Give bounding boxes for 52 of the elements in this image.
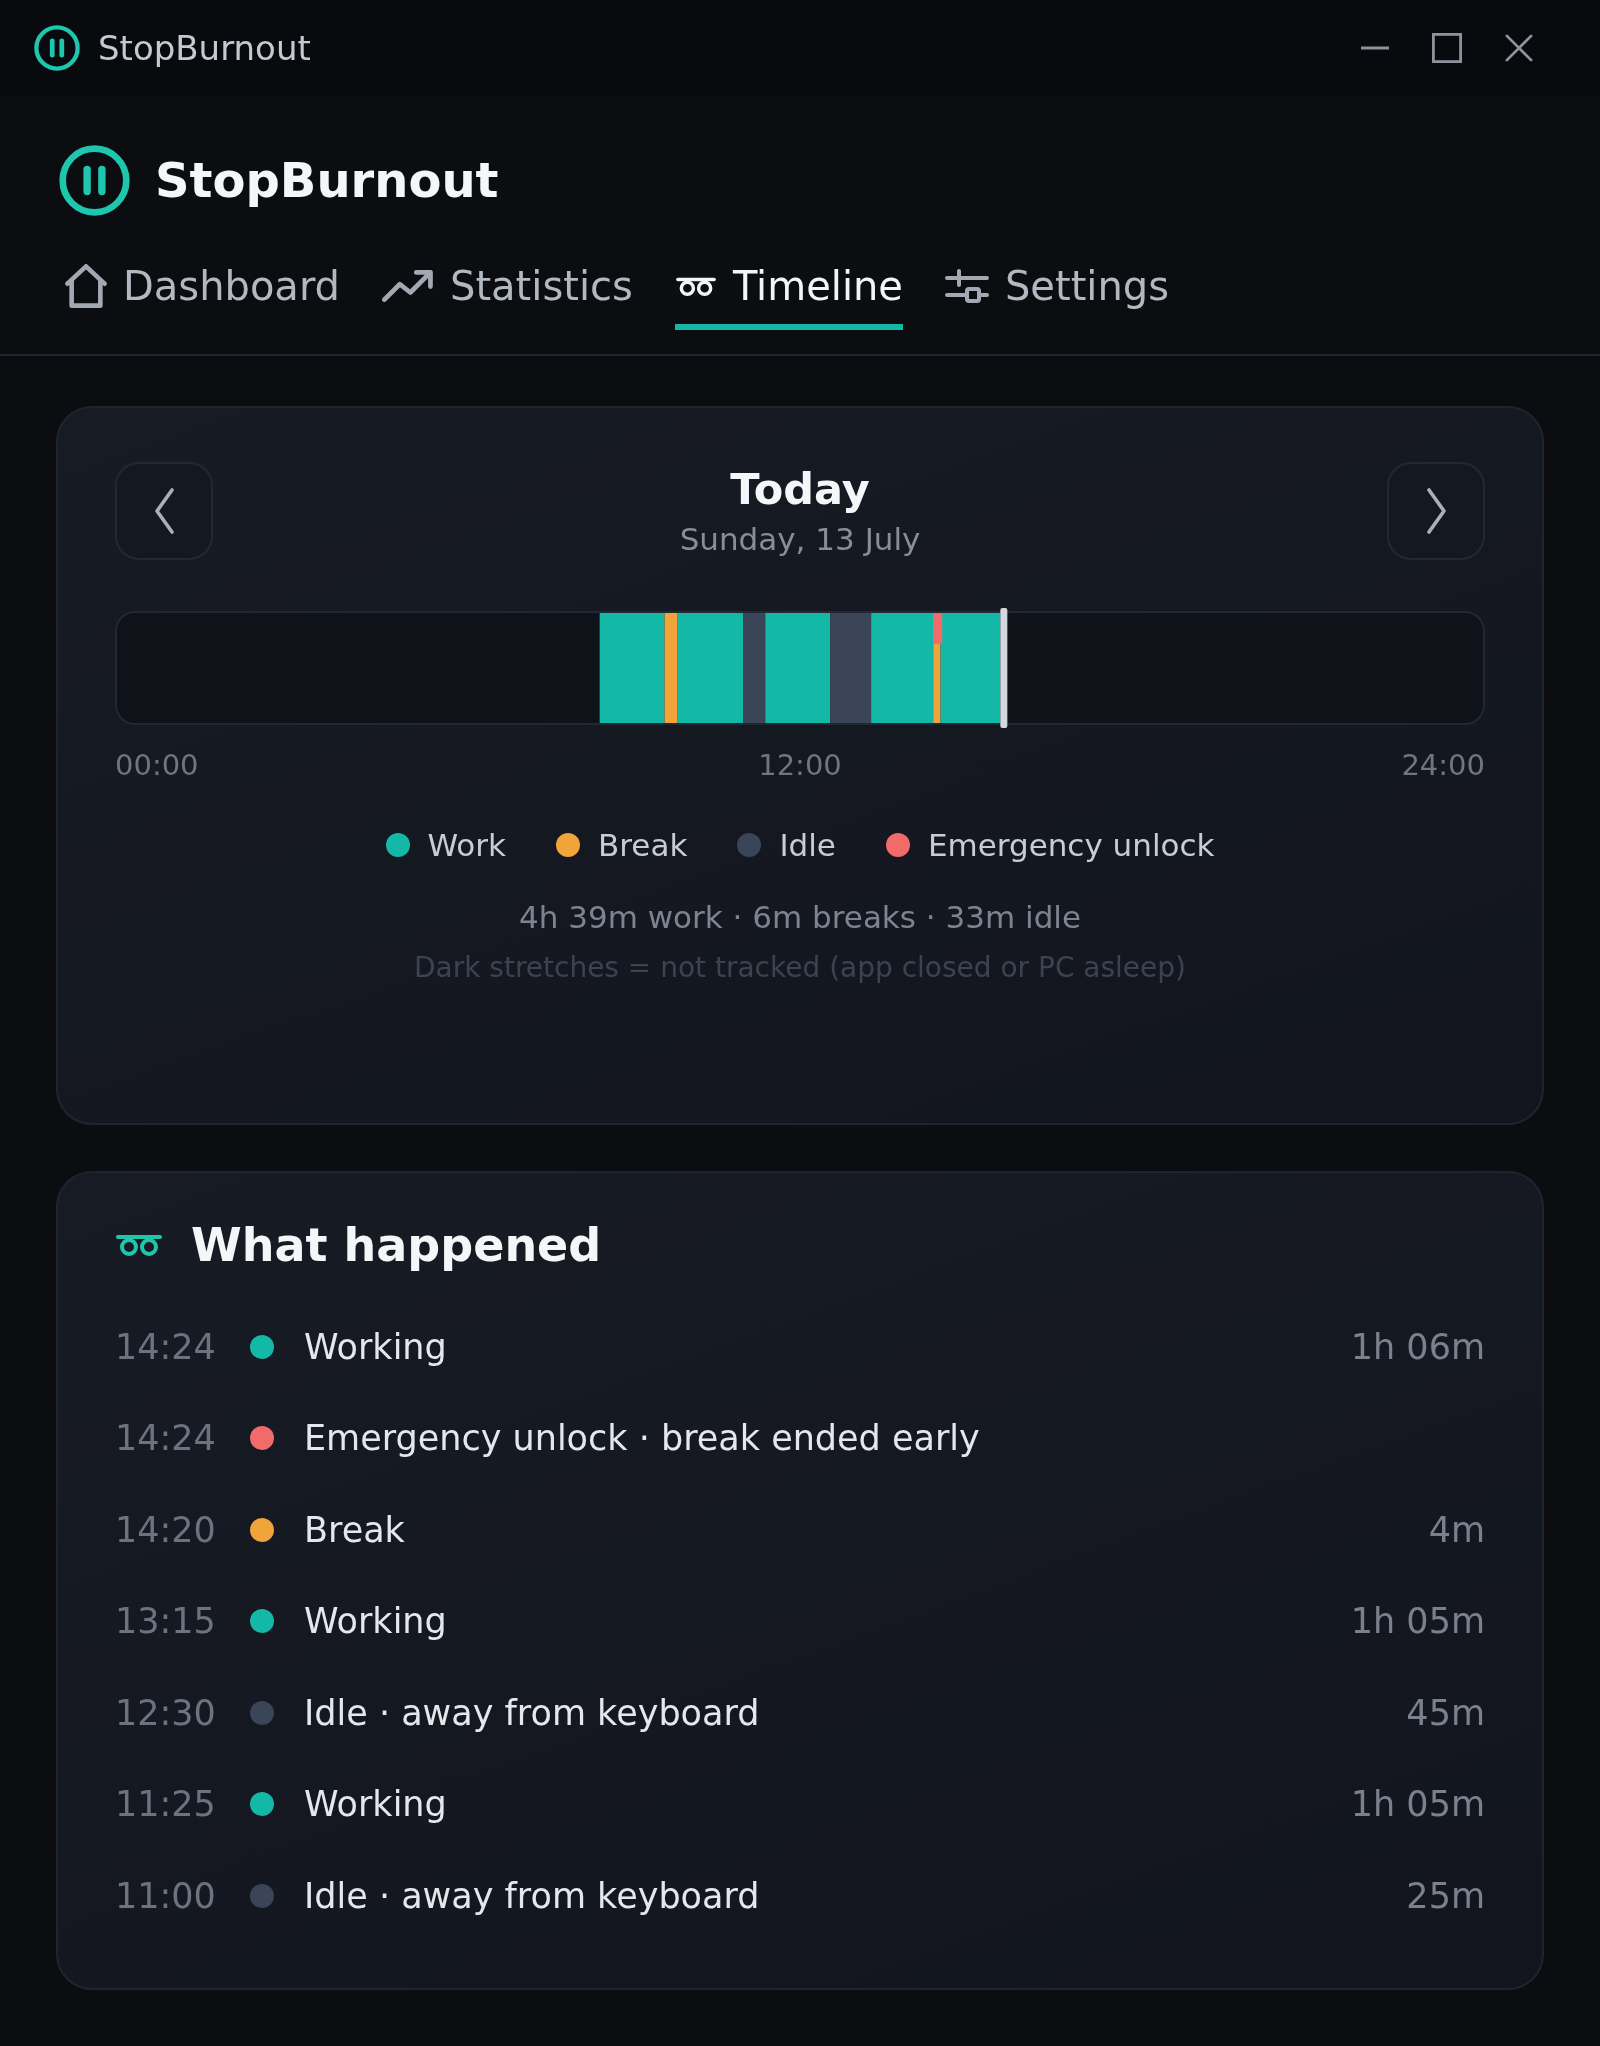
event-duration: 1h 05m [1350, 1783, 1485, 1827]
event-time: 12:30 [115, 1691, 217, 1735]
nav-tab[interactable]: Dashboard [65, 262, 340, 330]
event-duration: 25m [1406, 1874, 1485, 1918]
event-label: Working [304, 1600, 447, 1644]
axis-tick-label: 24:00 [1401, 747, 1485, 783]
window-title: StopBurnout [98, 27, 311, 69]
day-title: Today [729, 463, 871, 515]
axis-tick-label: 12:00 [758, 747, 842, 783]
event-label: Working [304, 1783, 447, 1827]
event-label: Break [304, 1508, 405, 1552]
maximize-icon [1432, 33, 1462, 63]
home-icon [65, 264, 107, 308]
legend-label: Idle [779, 826, 836, 865]
event-time: 14:24 [115, 1417, 217, 1461]
event-duration: 4m [1428, 1508, 1485, 1552]
event-time: 11:25 [115, 1783, 217, 1827]
day-date: Sunday, 13 July [679, 520, 921, 559]
event-duration: 1h 05m [1350, 1600, 1485, 1644]
minimize-icon [1360, 46, 1390, 50]
section-title: What happened [191, 1217, 602, 1273]
axis-tick-label: 00:00 [115, 747, 199, 783]
summary-text: 4h 39m work · 6m breaks · 33m idle [518, 898, 1082, 937]
event-time: 14:20 [115, 1508, 217, 1552]
nav-tab[interactable]: Settings [944, 262, 1169, 330]
trend-up-icon [382, 270, 434, 302]
glasses-icon [115, 1234, 163, 1256]
close-icon [1505, 34, 1533, 62]
event-time: 13:15 [115, 1600, 217, 1644]
legend-label: Break [598, 826, 688, 865]
nav-tab[interactable]: Timeline [674, 262, 903, 330]
emergency-mark [933, 613, 943, 644]
previous-day-button[interactable] [115, 462, 213, 560]
event-time: 11:00 [115, 1874, 217, 1918]
event-time: 14:24 [115, 1325, 217, 1369]
logo-icon [34, 25, 80, 71]
chevron-right-icon [1425, 487, 1447, 535]
event-duration: 45m [1406, 1691, 1485, 1735]
event-label: Idle · away from keyboard [304, 1691, 760, 1735]
event-label: Emergency unlock · break ended early [304, 1417, 980, 1461]
glasses-icon [674, 276, 717, 296]
app-name: StopBurnout [155, 151, 499, 210]
event-duration: 1h 06m [1350, 1325, 1485, 1369]
sliders-icon [944, 269, 989, 303]
next-day-button[interactable] [1387, 462, 1485, 560]
logo-icon [59, 145, 130, 216]
event-label: Working [304, 1325, 447, 1369]
legend-label: Emergency unlock [927, 826, 1215, 865]
chevron-left-icon [153, 487, 175, 535]
legend-label: Work [427, 826, 506, 865]
nav-tab[interactable]: Statistics [382, 262, 633, 330]
event-label: Idle · away from keyboard [304, 1874, 760, 1918]
